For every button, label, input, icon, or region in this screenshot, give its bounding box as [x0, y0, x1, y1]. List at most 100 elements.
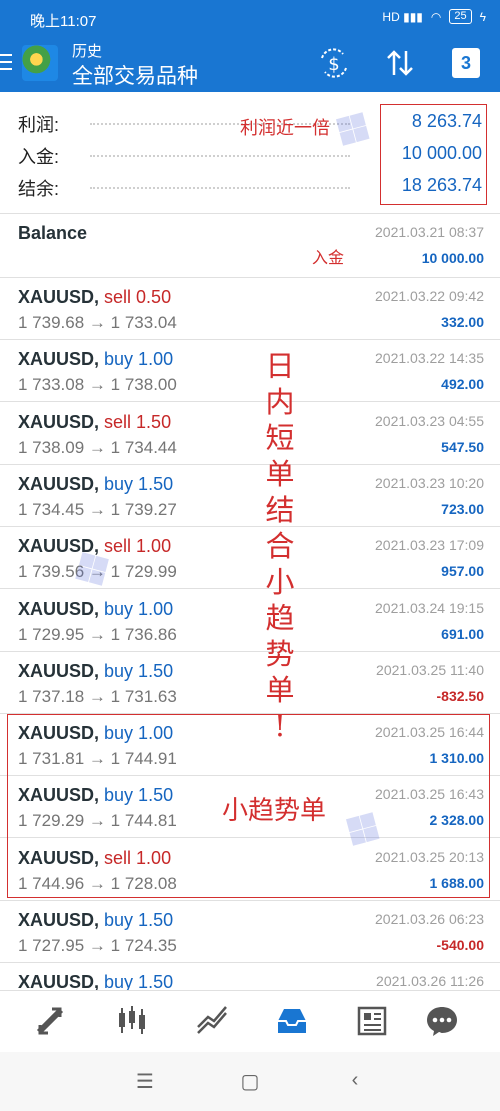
history-icon[interactable] [272, 1003, 312, 1041]
deal-symbol: XAUUSD, sell 1.50 [18, 411, 172, 432]
deal-date: 2021.03.26 11:26 [376, 973, 484, 990]
deal-profit: -540.00 [436, 937, 484, 953]
balance-entry-row[interactable]: Balance 2021.03.21 08:37 10 000.00 [0, 214, 500, 278]
deal-profit: 492.00 [441, 376, 484, 393]
deal-date: 2021.03.22 09:42 [375, 288, 484, 304]
arrow-right-icon: → [88, 624, 106, 644]
deal-close-price: 1 733.04 [110, 313, 177, 332]
deal-close-price: 1 731.63 [110, 686, 177, 706]
arrow-right-icon: → [88, 686, 106, 706]
deal-date: 2021.03.22 14:35 [375, 350, 484, 367]
deal-open-price: 1 739.68 [18, 313, 85, 332]
deal-profit: -832.50 [436, 687, 484, 704]
deal-row[interactable]: XAUUSD, sell 1.50 1 738.09 → 1 734.44 2021… [0, 403, 500, 465]
deal-profit: 547.50 [441, 438, 484, 455]
deal-profit: 332.00 [441, 314, 484, 330]
deal-open-price: 1 737.18 [18, 686, 85, 706]
deal-symbol: XAUUSD, sell 0.50 [18, 287, 172, 307]
annotation-profit-note: 利润近一倍 [240, 118, 330, 139]
balance-entry-date: 2021.03.21 08:37 [375, 224, 484, 240]
arrow-right-icon: → [88, 936, 106, 955]
deal-date: 2021.03.23 10:20 [375, 474, 484, 491]
deal-symbol: XAUUSD, buy 1.50 [18, 660, 174, 681]
deal-date: 2021.03.24 19:15 [375, 599, 484, 616]
annotation-char: 短 [265, 421, 295, 455]
chat-icon[interactable] [422, 1003, 462, 1041]
annotation-char: 势 [265, 637, 295, 671]
charging-icon: ϟ [479, 9, 486, 24]
deal-side: buy 1.00 [104, 349, 174, 370]
deposit-label: 入金: [18, 147, 60, 167]
deal-row[interactable]: XAUUSD, buy 1.50 1 737.18 → 1 731.63 2021.… [0, 652, 500, 714]
deal-open-price: 1 727.95 [18, 936, 85, 955]
wifi-icon: ◠ [430, 9, 442, 24]
balance-label: 结余: [18, 179, 60, 199]
annotation-vertical-note: 日内短单结合小趋势单! [262, 348, 298, 744]
chart-icon[interactable] [112, 1003, 152, 1041]
annotation-deposit-note: 入金 [312, 248, 345, 267]
annotation-char: 结 [265, 493, 295, 527]
deal-row[interactable]: XAUUSD, sell 0.50 1 739.68 → 1 733.04 2021… [0, 278, 500, 340]
deal-date: 2021.03.23 17:09 [375, 537, 484, 554]
annotation-trend-note: 小趋势单 [222, 796, 327, 826]
deal-date: 2021.03.23 04:55 [375, 412, 484, 429]
deal-date: 2021.03.25 11:40 [376, 661, 484, 678]
deal-side: sell 1.00 [104, 536, 172, 557]
deal-side: sell 1.50 [104, 411, 172, 432]
page-subtitle: 历史 [72, 43, 103, 60]
page-title[interactable]: 全部交易品种 [72, 60, 198, 90]
deal-side: buy 1.00 [104, 598, 174, 619]
annotation-char: 合 [265, 529, 295, 563]
annotation-char: 趋 [265, 601, 295, 635]
arrow-right-icon: → [88, 313, 106, 332]
annotation-char: 小 [265, 565, 295, 599]
bottom-navigation [0, 990, 500, 1052]
currency-exchange-icon[interactable]: $ [316, 46, 352, 82]
sort-icon[interactable] [382, 46, 418, 82]
system-navigation-bar: ☰ ▢ ‹ [0, 1052, 500, 1111]
deal-close-price: 1 736.86 [110, 624, 177, 644]
deal-prices: 1 733.08 → 1 738.00 [18, 375, 177, 395]
balance-entry-amount: 10 000.00 [421, 250, 484, 266]
deal-side: sell 0.50 [104, 287, 172, 307]
deal-prices: 1 737.18 → 1 731.63 [18, 687, 177, 707]
deal-profit: 691.00 [441, 625, 484, 642]
calendar-icon[interactable]: 3 [452, 48, 480, 78]
quotes-icon[interactable] [30, 1003, 70, 1041]
annotation-char: 单 [265, 673, 295, 707]
annotation-char: 单 [265, 457, 295, 491]
deal-side: buy 1.50 [104, 473, 174, 494]
home-icon[interactable]: ▢ [235, 1069, 265, 1094]
deal-close-price: 1 734.44 [110, 437, 177, 457]
deal-close-price: 1 724.35 [110, 936, 177, 955]
deal-row[interactable]: XAUUSD, buy 1.50 1 727.95 → 1 724.35 2021.… [0, 901, 500, 963]
deal-close-price: 1 739.27 [110, 499, 177, 519]
deal-open-price: 1 738.09 [18, 437, 85, 457]
menu-drawer-icon[interactable] [0, 54, 12, 75]
dotted-leader [90, 155, 350, 157]
deal-profit: 957.00 [441, 563, 484, 580]
deal-row[interactable]: XAUUSD, buy 1.00 1 733.08 → 1 738.00 2021.… [0, 340, 500, 403]
arrow-right-icon: → [88, 375, 106, 395]
deal-open-price: 1 734.45 [18, 499, 85, 519]
deal-symbol: XAUUSD, buy 1.50 [18, 473, 174, 494]
app-logo-icon[interactable] [22, 45, 58, 81]
arrow-right-icon: → [88, 437, 106, 457]
deal-row[interactable]: XAUUSD, buy 1.50 1 734.45 → 1 739.27 2021.… [0, 465, 500, 527]
app-screen: 晚上11:07 HD ▮▮▮ ◠ 25 ϟ 历史 全部交易品种 $ 3 利润: … [0, 0, 500, 1111]
news-icon[interactable] [352, 1003, 392, 1041]
annotation-char: 内 [265, 385, 295, 419]
trade-icon[interactable] [192, 1003, 232, 1041]
deal-date: 2021.03.26 06:23 [375, 911, 484, 927]
deal-row[interactable]: XAUUSD, buy 1.00 1 729.95 → 1 736.86 2021.… [0, 590, 500, 652]
deal-open-price: 1 729.95 [18, 624, 85, 644]
annotation-summary-box [380, 104, 487, 205]
svg-text:$: $ [328, 54, 339, 75]
deal-symbol: XAUUSD, buy 1.50 [18, 910, 174, 930]
deal-prices: 1 738.09 → 1 734.44 [18, 438, 177, 458]
annotation-char: 日 [265, 349, 295, 383]
menu-icon[interactable]: ☰ [130, 1069, 160, 1094]
deal-prices: 1 727.95 → 1 724.35 [18, 936, 177, 956]
deal-symbol: XAUUSD, buy 1.00 [18, 349, 174, 370]
back-icon[interactable]: ‹ [340, 1069, 370, 1092]
